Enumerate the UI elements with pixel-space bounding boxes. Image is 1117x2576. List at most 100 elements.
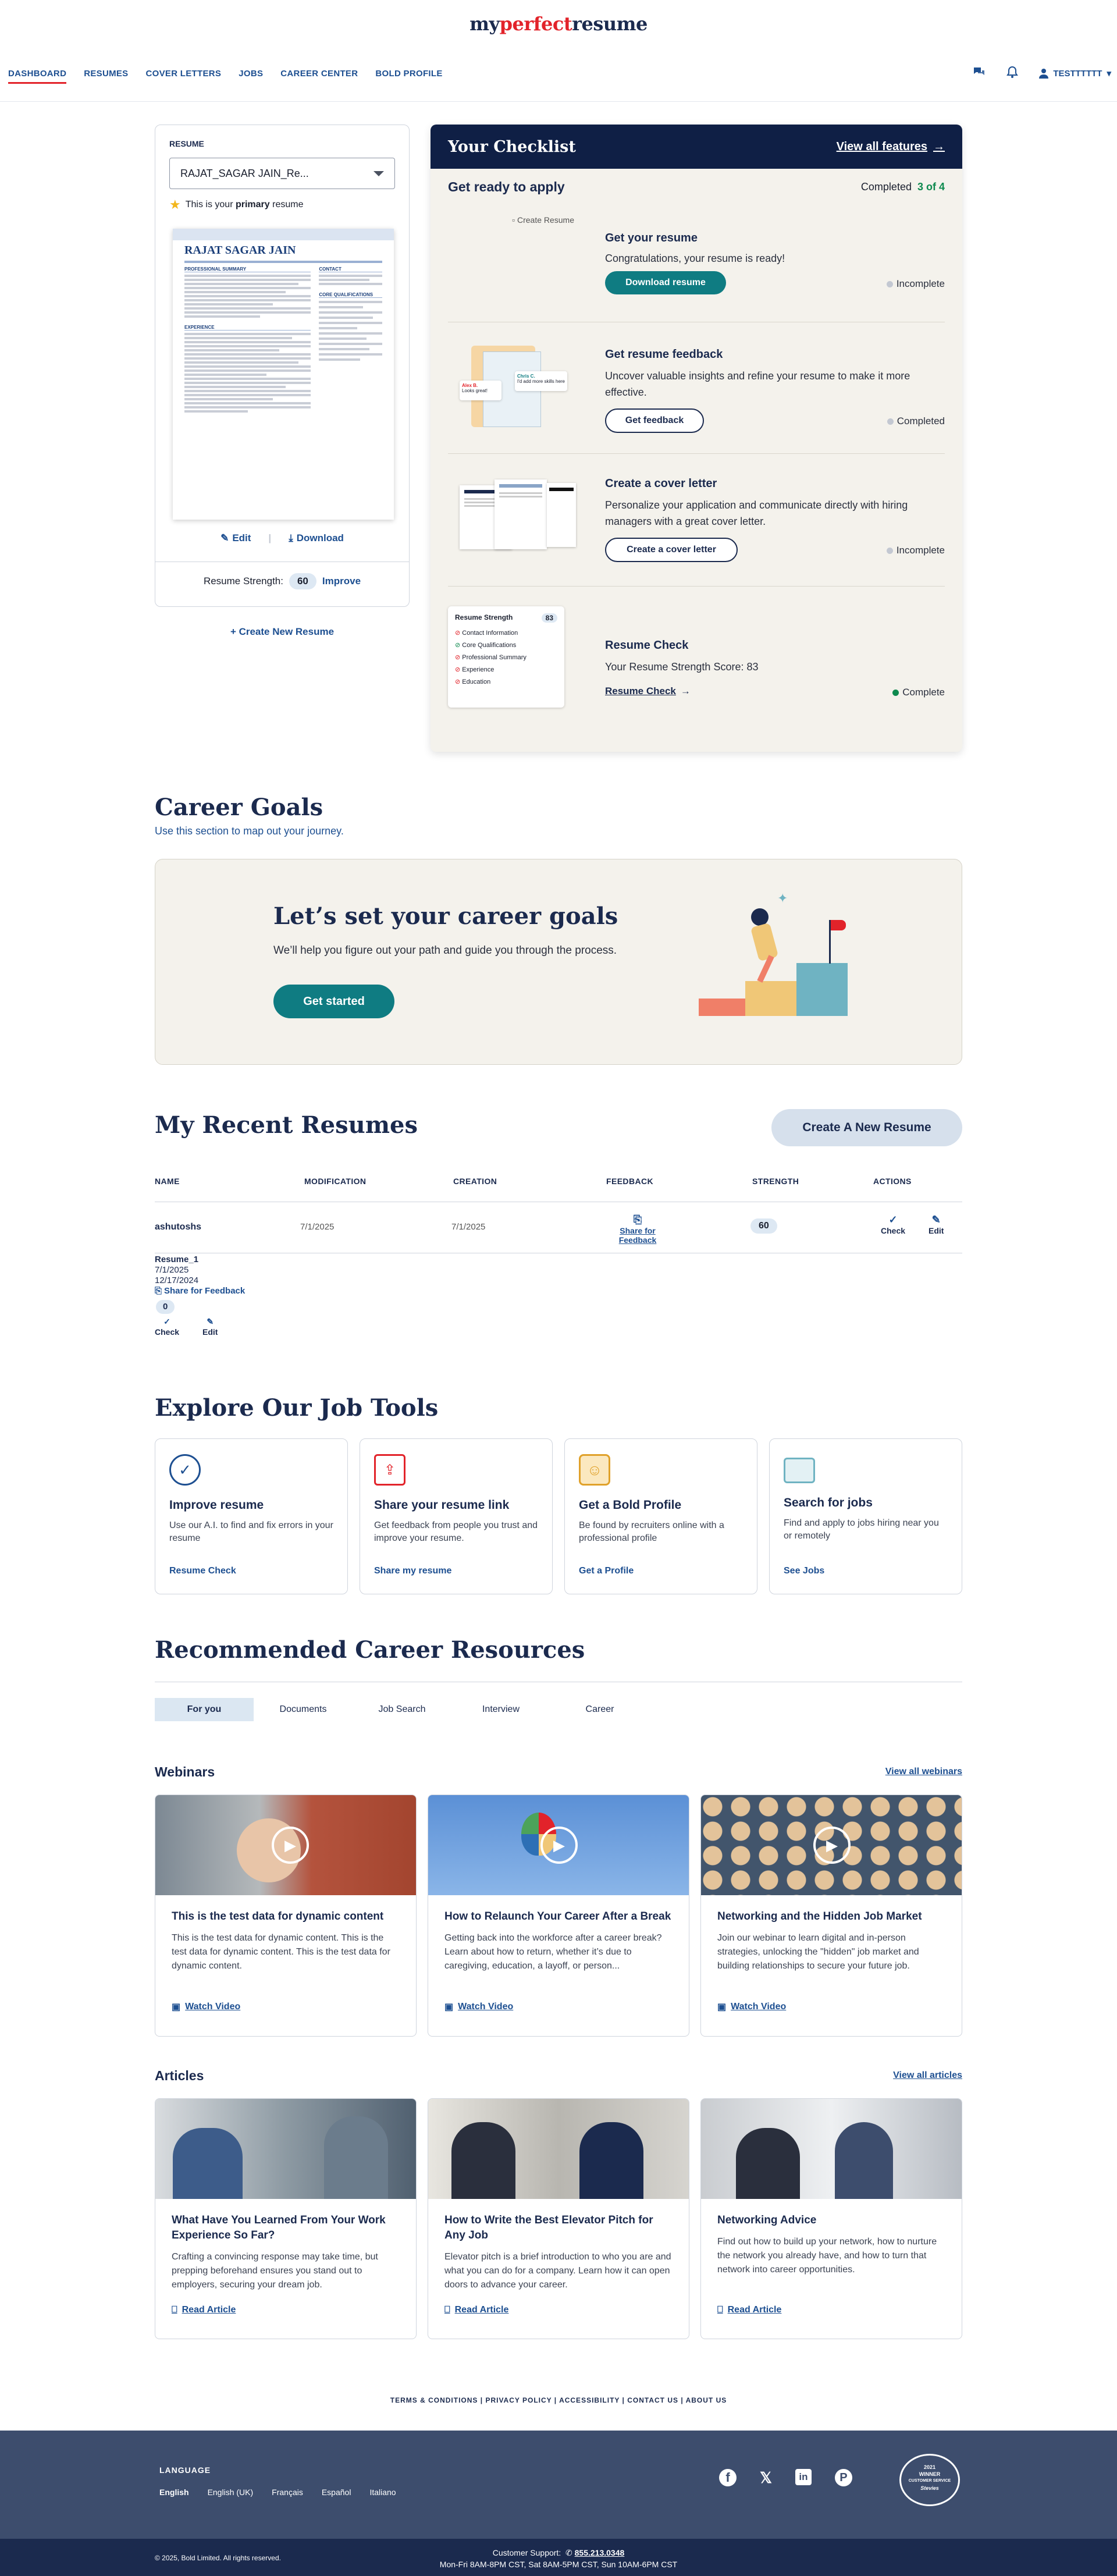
pinterest-icon[interactable]: P xyxy=(834,2469,852,2486)
get-started-button[interactable]: Get started xyxy=(273,985,394,1018)
table-row-unstyled: Resume_1 7/1/2025 12/17/2024 ⎘ Share for … xyxy=(155,1255,245,1337)
checklist-panel: Your Checklist View all features → Get re… xyxy=(431,125,962,752)
resume-select[interactable]: RAJAT_SAGAR JAIN_Re... xyxy=(169,158,395,189)
share-feedback-link[interactable]: ⎘ Share for Feedback xyxy=(155,1286,245,1296)
watch-video-link[interactable]: ▣ Watch Video xyxy=(444,2001,513,2013)
tool-link[interactable]: See Jobs xyxy=(784,1566,824,1576)
tool-bold-profile[interactable]: ☺ Get a Bold Profile Be found by recruit… xyxy=(564,1438,757,1594)
webinar-desc: Join our webinar to learn digital and in… xyxy=(717,1933,919,1971)
tab-interview[interactable]: Interview xyxy=(451,1698,550,1721)
webinar-card[interactable]: ▶ This is the test data for dynamic cont… xyxy=(155,1795,417,2037)
user-menu[interactable]: TESTTTTTT ▾ xyxy=(1039,68,1111,79)
lang-french[interactable]: Français xyxy=(272,2488,303,2497)
nav-resumes[interactable]: RESUMES xyxy=(84,69,128,84)
tab-career[interactable]: Career xyxy=(550,1698,649,1721)
create-new-resume-button[interactable]: Create A New Resume xyxy=(771,1109,962,1146)
read-article-link[interactable]: ⎕ Read Article xyxy=(717,2305,781,2315)
resume-check-link[interactable]: Resume Check → xyxy=(605,685,691,697)
tool-link[interactable]: Share my resume xyxy=(374,1566,451,1576)
article-card[interactable]: Networking Advice Find out how to build … xyxy=(700,2098,962,2339)
facebook-icon[interactable]: f xyxy=(719,2469,737,2486)
view-all-articles-link[interactable]: View all articles xyxy=(893,2070,962,2081)
read-article-link[interactable]: ⎕ Read Article xyxy=(172,2305,236,2315)
linkedin-icon[interactable]: in xyxy=(795,2469,812,2485)
col-modification: MODIFICATION xyxy=(304,1177,367,1186)
completed-count: Completed 3 of 4 xyxy=(860,181,945,193)
view-all-features-link[interactable]: View all features → xyxy=(837,140,945,154)
create-cover-letter-button[interactable]: Create a cover letter xyxy=(605,538,738,562)
lang-spanish[interactable]: Español xyxy=(322,2488,351,2497)
resume-name[interactable]: Resume_1 xyxy=(155,1255,245,1265)
resume-created: 7/1/2025 xyxy=(451,1222,486,1232)
terms-link[interactable]: TERMS & CONDITIONS xyxy=(390,2396,478,2404)
webinar-title: How to Relaunch Your Career After a Brea… xyxy=(444,1910,671,1923)
tool-search-jobs[interactable]: Search for jobs Find and apply to jobs h… xyxy=(769,1438,962,1594)
career-goals-subtitle: Use this section to map out your journey… xyxy=(155,825,344,837)
footer-links: TERMS & CONDITIONS | PRIVACY POLICY | AC… xyxy=(390,2396,727,2404)
webinar-title: This is the test data for dynamic conten… xyxy=(172,1910,384,1923)
tab-documents[interactable]: Documents xyxy=(254,1698,353,1721)
edit-resume-button[interactable]: ✎ Edit xyxy=(220,532,251,544)
create-new-resume-link[interactable]: + Create New Resume xyxy=(155,626,410,638)
contact-link[interactable]: CONTACT US xyxy=(627,2396,678,2404)
resume-name[interactable]: ashutoshs xyxy=(155,1222,201,1232)
tool-link[interactable]: Get a Profile xyxy=(579,1566,634,1576)
article-card[interactable]: What Have You Learned From Your Work Exp… xyxy=(155,2098,417,2339)
about-link[interactable]: ABOUT US xyxy=(686,2396,727,2404)
share-feedback-link[interactable]: ⎘ Share for Feedback xyxy=(606,1214,670,1245)
lang-english-uk[interactable]: English (UK) xyxy=(208,2488,254,2497)
social-links: f 𝕏 in P xyxy=(719,2469,852,2487)
watch-video-link[interactable]: ▣ Watch Video xyxy=(172,2001,240,2013)
play-icon[interactable]: ▶ xyxy=(813,1827,851,1864)
support-phone-link[interactable]: 855.213.0348 xyxy=(575,2548,625,2557)
resume-modified: 7/1/2025 xyxy=(155,1265,189,1275)
tool-share-resume[interactable]: ⇪ Share your resume link Get feedback fr… xyxy=(360,1438,553,1594)
edit-action[interactable]: ✎ Edit xyxy=(929,1214,944,1235)
read-article-link[interactable]: ⎕ Read Article xyxy=(444,2305,508,2315)
tool-link[interactable]: Resume Check xyxy=(169,1566,236,1576)
play-icon[interactable]: ▶ xyxy=(272,1827,309,1864)
article-card[interactable]: How to Write the Best Elevator Pitch for… xyxy=(428,2098,689,2339)
download-resume-button[interactable]: ⤓ Download xyxy=(289,532,344,544)
edit-action[interactable]: ✎ Edit xyxy=(202,1316,218,1337)
user-icon xyxy=(1039,69,1049,79)
nav-bold-profile[interactable]: BOLD PROFILE xyxy=(375,69,442,84)
brand-logo[interactable]: myperfectresume xyxy=(0,13,1117,35)
check-action[interactable]: ✓ Check xyxy=(881,1214,905,1235)
recent-resumes-title: My Recent Resumes xyxy=(155,1111,418,1139)
article-title: What Have You Learned From Your Work Exp… xyxy=(172,2214,386,2241)
tab-for-you[interactable]: For you xyxy=(155,1698,254,1721)
book-icon: ⎕ xyxy=(717,2305,723,2315)
check-action[interactable]: ✓ Check xyxy=(155,1316,179,1337)
nav-career-center[interactable]: CAREER CENTER xyxy=(280,69,358,84)
lang-english[interactable]: English xyxy=(159,2488,189,2497)
nav-jobs[interactable]: JOBS xyxy=(239,69,263,84)
col-creation: CREATION xyxy=(453,1177,497,1186)
tab-job-search[interactable]: Job Search xyxy=(353,1698,451,1721)
webinar-title: Networking and the Hidden Job Market xyxy=(717,1910,922,1923)
resource-tabs: For you Documents Job Search Interview C… xyxy=(155,1698,649,1721)
webinar-card[interactable]: ▶ Networking and the Hidden Job Market J… xyxy=(700,1795,962,2037)
tool-improve-resume[interactable]: ✓ Improve resume Use our A.I. to find an… xyxy=(155,1438,348,1594)
nav-dashboard[interactable]: DASHBOARD xyxy=(8,69,67,84)
checklist-item-resume-check: Resume Strength 83 ⊘ Contact Information … xyxy=(448,587,945,732)
download-resume-button[interactable]: Download resume xyxy=(605,271,726,294)
accessibility-link[interactable]: ACCESSIBILITY xyxy=(559,2396,620,2404)
bell-icon[interactable] xyxy=(1006,66,1019,81)
watch-video-link[interactable]: ▣ Watch Video xyxy=(717,2001,786,2013)
get-feedback-button[interactable]: Get feedback xyxy=(605,408,704,433)
chat-icon[interactable] xyxy=(973,66,986,80)
nav-cover-letters[interactable]: COVER LETTERS xyxy=(145,69,221,84)
privacy-link[interactable]: PRIVACY POLICY xyxy=(485,2396,552,2404)
lang-italian[interactable]: Italiano xyxy=(369,2488,396,2497)
x-twitter-icon[interactable]: 𝕏 xyxy=(760,2469,772,2487)
col-feedback: FEEDBACK xyxy=(606,1177,653,1186)
view-all-webinars-link[interactable]: View all webinars xyxy=(885,1767,962,1777)
stevie-award-badge: 2021 WINNER CUSTOMER SERVICE Stevies xyxy=(899,2454,960,2506)
phone-icon: ✆ xyxy=(565,2548,572,2557)
improve-link[interactable]: Improve xyxy=(322,575,361,587)
webinar-card[interactable]: ▶ How to Relaunch Your Career After a Br… xyxy=(428,1795,689,2037)
resume-preview[interactable]: RAJAT SAGAR JAIN PROFESSIONAL SUMMARY EX… xyxy=(173,229,394,520)
play-icon[interactable]: ▶ xyxy=(540,1827,578,1864)
pencil-icon: ✎ xyxy=(220,532,229,543)
